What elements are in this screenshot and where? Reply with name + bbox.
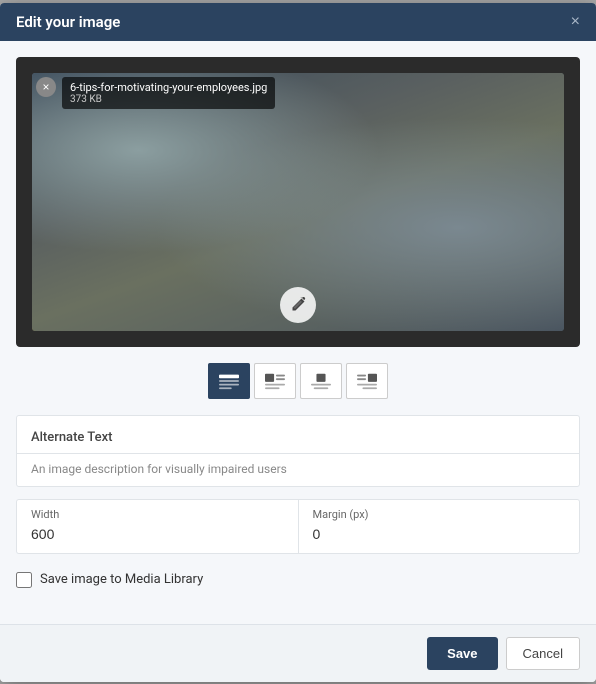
modal-title: Edit your image (16, 13, 120, 31)
cancel-button[interactable]: Cancel (506, 637, 580, 670)
margin-label: Margin (px) (313, 508, 566, 521)
modal-close-button[interactable]: × (571, 14, 580, 30)
save-button[interactable]: Save (427, 637, 497, 670)
alignment-toolbar (16, 363, 580, 399)
modal-footer: Save Cancel (0, 624, 596, 682)
image-edit-overlay-button[interactable] (280, 287, 316, 323)
pencil-icon (290, 297, 306, 313)
margin-input[interactable] (313, 526, 566, 542)
align-left-button[interactable] (254, 363, 296, 399)
modal-header: Edit your image × (0, 3, 596, 41)
align-center-icon (311, 372, 331, 390)
align-center-button[interactable] (300, 363, 342, 399)
save-library-checkbox[interactable] (16, 572, 32, 588)
align-right-button[interactable] (346, 363, 388, 399)
width-input[interactable] (31, 526, 284, 542)
alt-text-hint: An image description for visually impair… (17, 454, 579, 486)
width-label: Width (31, 508, 284, 521)
alt-text-label-row: Alternate Text (17, 416, 579, 454)
align-full-icon (219, 372, 239, 390)
image-remove-button[interactable]: × (36, 77, 56, 97)
edit-image-modal: Edit your image × × 6-tips-for-motivatin… (0, 3, 596, 682)
fields-row: Width Margin (px) (16, 499, 580, 554)
align-left-icon (265, 372, 285, 390)
alt-text-label: Alternate Text (31, 430, 112, 445)
width-field-box: Width (16, 499, 298, 554)
alternate-text-section: Alternate Text An image description for … (16, 415, 580, 487)
margin-field-box: Margin (px) (298, 499, 581, 554)
image-filesize: 373 KB (70, 94, 267, 105)
image-preview-wrapper: × 6-tips-for-motivating-your-employees.j… (16, 57, 580, 347)
save-library-label[interactable]: Save image to Media Library (40, 572, 203, 587)
save-library-row: Save image to Media Library (16, 568, 580, 592)
align-right-icon (357, 372, 377, 390)
align-full-button[interactable] (208, 363, 250, 399)
modal-body: × 6-tips-for-motivating-your-employees.j… (0, 41, 596, 624)
image-filename: 6-tips-for-motivating-your-employees.jpg (70, 81, 267, 94)
